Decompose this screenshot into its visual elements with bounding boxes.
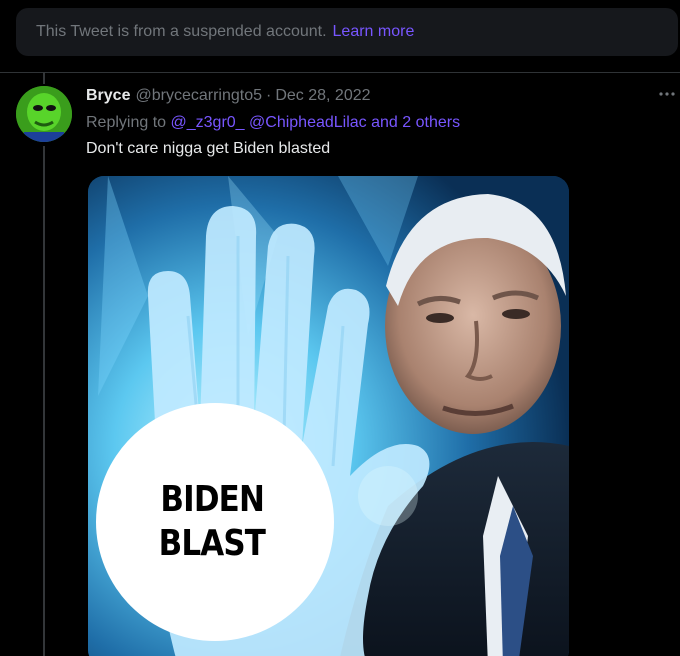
- author-handle[interactable]: @brycecarringto5: [135, 87, 262, 105]
- mention-link[interactable]: @ChipheadLilac: [249, 114, 367, 131]
- replying-prefix: Replying to: [86, 114, 167, 131]
- suspended-tweet-notice: This Tweet is from a suspended account. …: [16, 8, 678, 56]
- replying-to-line: Replying to @_z3gr0_ @ChipheadLilac and …: [86, 114, 460, 132]
- suspended-message: This Tweet is from a suspended account.: [36, 23, 327, 40]
- meme-caption-bubble: BIDEN BLAST: [96, 403, 334, 641]
- thread-connector-line: [43, 72, 45, 84]
- tweet-header: Bryce @brycecarringto5 · Dec 28, 2022: [86, 87, 371, 105]
- more-options-button[interactable]: [654, 82, 680, 106]
- tweet-date[interactable]: Dec 28, 2022: [275, 87, 370, 105]
- mention-link[interactable]: @_z3gr0_: [171, 114, 245, 131]
- avatar[interactable]: [16, 86, 72, 142]
- author-display-name[interactable]: Bryce: [86, 87, 130, 105]
- learn-more-link[interactable]: Learn more: [333, 23, 415, 41]
- more-horizontal-icon: [659, 92, 675, 96]
- tweet-text: Don't care nigga get Biden blasted: [86, 140, 331, 157]
- section-divider: [0, 72, 680, 73]
- thread-connector-line: [43, 146, 45, 656]
- meme-caption-line: BIDEN: [160, 479, 264, 520]
- others-link[interactable]: and 2 others: [371, 114, 460, 131]
- meme-caption-line: BLAST: [158, 523, 266, 564]
- header-separator: ·: [266, 87, 272, 104]
- avatar-image: [16, 86, 72, 142]
